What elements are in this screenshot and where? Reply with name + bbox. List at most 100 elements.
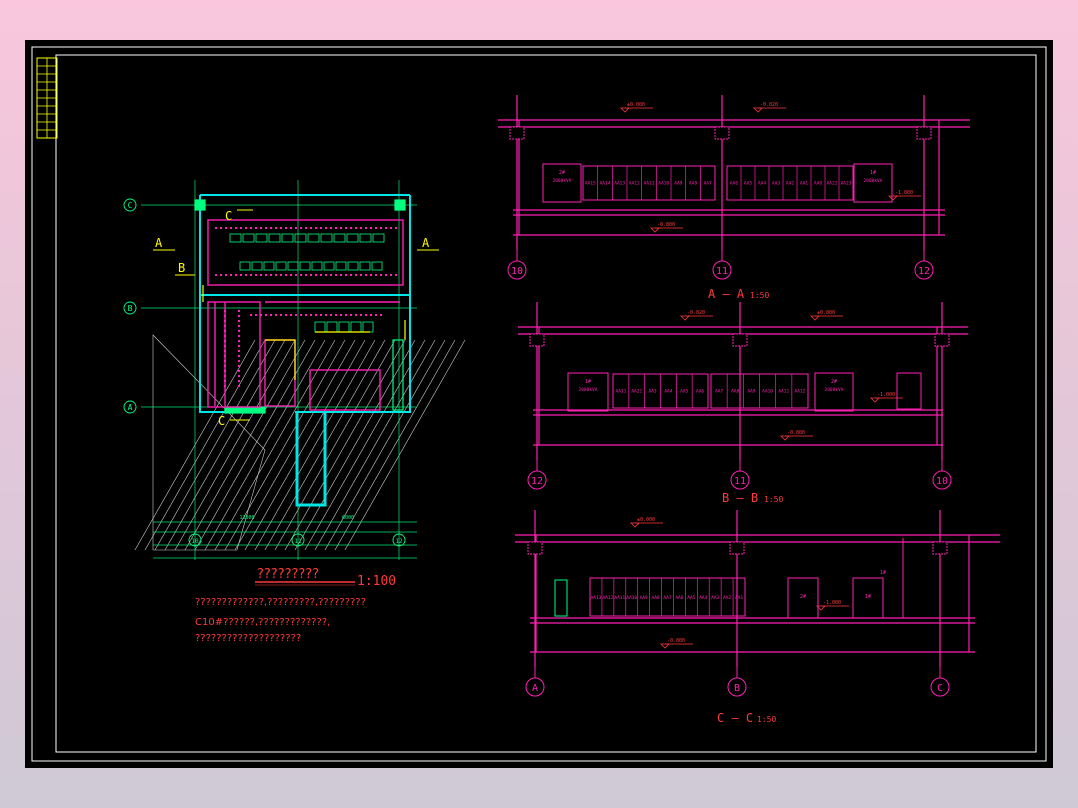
switchgear-panel-label: AA7 (704, 181, 712, 187)
section-c-c: A B C ±0.000 -1.000 -0.800 AA13 AA12 AA11 AA10 AA9… (515, 510, 1000, 697)
switchgear-panel-label: AA4 (758, 181, 766, 187)
plan-title: ????????? (257, 567, 319, 582)
switchgear-panel-label: AA8 (652, 595, 660, 601)
section-axis-label: C (937, 683, 943, 694)
level-mark: -1.000 (895, 190, 913, 196)
switchgear-panel-label: AA12 (794, 389, 805, 395)
door-left (554, 579, 568, 617)
transformer-label: 1# (585, 379, 591, 385)
door-label: 1# (880, 570, 886, 576)
section-axis-label: A (532, 683, 538, 694)
plan-note-1: ?????????????,?????????,????????? (195, 597, 366, 608)
section-mark-c-bottom: C (218, 414, 225, 428)
transformer-capacity: 2000kVA (825, 387, 844, 393)
transformer-label: 2# (831, 379, 837, 385)
switchgear-panel-label: AA8 (731, 389, 739, 395)
section-b-b-scale: 1:50 (764, 495, 783, 504)
switchgear-panel-label: AA5 (680, 389, 688, 395)
switchgear-panel-label: AA15 (585, 181, 596, 187)
level-mark: -0.800 (787, 430, 805, 436)
plan-axis-a: A (128, 403, 133, 412)
switchgear-panel-label: AA4 (699, 595, 707, 601)
transformer-label: 2# (559, 170, 565, 176)
section-axis-label: 10 (511, 266, 523, 277)
switchgear-panel-label: AA11 (778, 389, 789, 395)
plan-dim-left: 12000 (239, 515, 254, 521)
hatched-wall (134, 334, 466, 551)
switchgear-panel-label: AA9 (747, 389, 755, 395)
switchgear-panel-label: AA23 (841, 181, 852, 187)
switchgear-panel-label: AA2 (786, 181, 794, 187)
switchgear-panel-label: AA8 (689, 181, 697, 187)
section-c-c-scale: 1:50 (757, 715, 776, 724)
level-mark: -0.800 (667, 638, 685, 644)
switchgear-panel-label: AA0 (814, 181, 822, 187)
inner-frame (55, 54, 1037, 753)
switchgear-panel-label: AA1 (800, 181, 808, 187)
plan-axis-c: C (128, 201, 133, 210)
switchgear-panel-label: AA2 (723, 595, 731, 601)
switchgear-panel-label: AA10 (626, 595, 637, 601)
section-axis-label: 10 (936, 476, 948, 487)
level-mark: ±0.000 (817, 310, 835, 316)
section-b-b: 12 11 10 -0.020 ±0.000 -1.000 -0.800 1# 2000kVA 2… (518, 302, 968, 490)
plan-axis-b: B (128, 304, 133, 313)
level-mark: -0.020 (760, 102, 778, 108)
switchgear-panel-label: AA9 (640, 595, 648, 601)
switchgear-panel-label: AA3 (772, 181, 780, 187)
switchgear-panel-label: AA6 (696, 389, 704, 395)
section-axis-label: B (734, 683, 740, 694)
switchgear-panel-label: AA3 (649, 389, 657, 395)
switchgear-panel-label: AA5 (687, 595, 695, 601)
equipment-box (896, 372, 922, 410)
transformer-capacity: 2000kVA (553, 178, 572, 184)
cad-drawing-canvas[interactable]: C B A 10 11 12 12000 6000 A A B C C ????… (25, 40, 1053, 768)
equipment-box-label: 2# (800, 594, 806, 600)
switchgear-panel-label: AA6 (730, 181, 738, 187)
section-mark-a-right: A (422, 236, 430, 250)
switchgear-panel-label: AA10 (762, 389, 773, 395)
switchgear-panel-label: AA11 (644, 181, 655, 187)
level-mark: -1.000 (877, 392, 895, 398)
switchgear-panel-label: AA13 (614, 181, 625, 187)
section-axis-label: 11 (716, 266, 728, 277)
switchgear-panel-label: AA14 (600, 181, 611, 187)
switchgear-panel-label: AA12 (629, 181, 640, 187)
plan-axis-11: 11 (294, 538, 302, 545)
floor-plan: C B A 10 11 12 12000 6000 A A B C C ????… (123, 180, 466, 644)
section-c-c-title: C — C (717, 711, 753, 725)
plan-dim-right: 6000 (342, 515, 354, 521)
plan-axis-10: 10 (191, 538, 199, 545)
switchgear-panel-label: AA11 (614, 595, 625, 601)
section-axis-label: 12 (918, 266, 930, 277)
title-block (36, 57, 58, 139)
section-axis-label: 11 (734, 476, 746, 487)
switchgear-panel-label: AA22 (827, 181, 838, 187)
plan-axis-12: 12 (395, 538, 403, 545)
switchgear-panel-label: AA5 (744, 181, 752, 187)
section-mark-a-left: A (155, 236, 163, 250)
transformer-capacity: 2000kVA (864, 178, 883, 184)
switchgear-panel-label: AA11 (615, 389, 626, 395)
switchgear-panel-label: AA7 (715, 389, 723, 395)
transformer-capacity: 2000kVA (579, 387, 598, 393)
level-mark: ±0.000 (627, 102, 645, 108)
plan-note-3: ???????????????????? (195, 633, 301, 644)
section-axis-label: 12 (531, 476, 543, 487)
switchgear-panel-label: AA21 (631, 389, 642, 395)
section-mark-b: B (178, 261, 185, 275)
switchgear-panel-label: AA12 (602, 595, 613, 601)
level-mark: -0.800 (657, 222, 675, 228)
drawing-sheet: C B A 10 11 12 12000 6000 A A B C C ????… (25, 40, 1053, 768)
switchgear-panel-label: AA13 (591, 595, 602, 601)
equipment-box-label: 1# (865, 594, 871, 600)
level-mark: -0.020 (687, 310, 705, 316)
plan-note-2: C10#??????,?????????????, (195, 617, 330, 628)
section-a-a: 10 11 12 ±0.000 -0.020 -0.800 -1.000 2# 2000kVA 1… (498, 95, 970, 280)
transformer-label: 1# (870, 170, 876, 176)
switchgear-panel-label: AA3 (711, 595, 719, 601)
section-mark-c-top: C (225, 209, 232, 223)
switchgear-panel-label: AA4 (664, 389, 672, 395)
section-a-a-scale: 1:50 (750, 291, 769, 300)
level-mark: ±0.000 (637, 517, 655, 523)
